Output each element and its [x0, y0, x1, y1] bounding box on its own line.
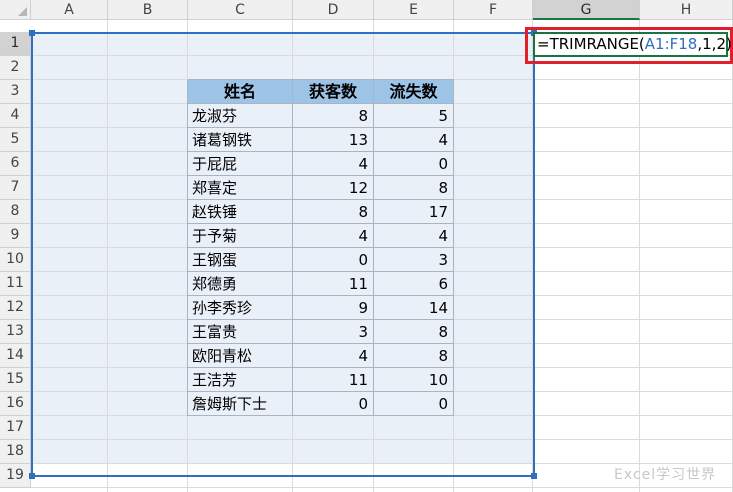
row-header-18[interactable]: 18 — [0, 440, 31, 464]
watermark: Excel学习世界 — [614, 467, 717, 483]
row-header-10[interactable]: 10 — [0, 248, 31, 272]
range-outline — [31, 32, 535, 477]
row-header-15[interactable]: 15 — [0, 368, 31, 392]
row-header-4[interactable]: 4 — [0, 104, 31, 128]
grid-line-vertical — [639, 20, 640, 492]
row-header-8[interactable]: 8 — [0, 200, 31, 224]
formula-prefix: =TRIMRANGE( — [537, 35, 645, 53]
range-handle[interactable] — [29, 473, 35, 479]
row-header-9[interactable]: 9 — [0, 224, 31, 248]
column-header-h[interactable]: H — [640, 0, 733, 20]
row-header-5[interactable]: 5 — [0, 128, 31, 152]
range-handle[interactable] — [531, 473, 537, 479]
select-all-icon — [18, 7, 27, 16]
column-header-a[interactable]: A — [31, 0, 108, 20]
row-header-14[interactable]: 14 — [0, 344, 31, 368]
row-header-2[interactable]: 2 — [0, 56, 31, 80]
column-header-f[interactable]: F — [454, 0, 533, 20]
row-header-16[interactable]: 16 — [0, 392, 31, 416]
grid-line-horizontal — [31, 487, 733, 488]
row-header-17[interactable]: 17 — [0, 416, 31, 440]
row-header-13[interactable]: 13 — [0, 320, 31, 344]
column-header-b[interactable]: B — [108, 0, 188, 20]
formula-range-ref: A1:F18 — [644, 35, 698, 53]
range-handle[interactable] — [29, 30, 35, 36]
row-header-12[interactable]: 12 — [0, 296, 31, 320]
column-header-c[interactable]: C — [188, 0, 293, 20]
row-header-11[interactable]: 11 — [0, 272, 31, 296]
row-header-7[interactable]: 7 — [0, 176, 31, 200]
column-header-g[interactable]: G — [533, 0, 640, 20]
row-header-19[interactable]: 19 — [0, 464, 31, 488]
formula-suffix: ,1,2) — [697, 35, 732, 53]
row-header-1[interactable]: 1 — [0, 32, 31, 56]
row-header-6[interactable]: 6 — [0, 152, 31, 176]
select-all-corner[interactable] — [0, 0, 31, 20]
column-header-d[interactable]: D — [293, 0, 374, 20]
formula-text: =TRIMRANGE(A1:F18,1,2) — [537, 32, 732, 57]
row-header-3[interactable]: 3 — [0, 80, 31, 104]
column-header-e[interactable]: E — [374, 0, 454, 20]
